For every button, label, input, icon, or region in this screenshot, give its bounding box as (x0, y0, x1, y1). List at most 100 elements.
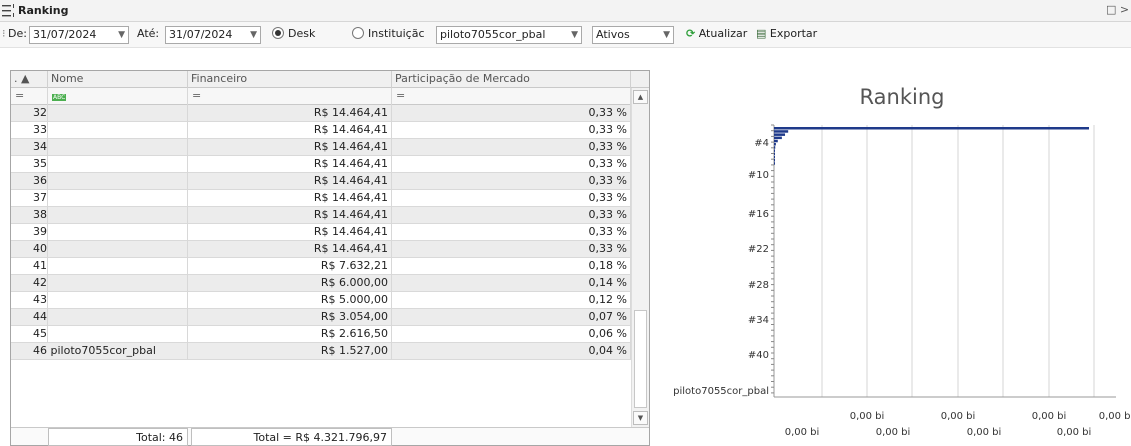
cell-financeiro: R$ 14.464,41 (188, 173, 392, 190)
de-date-field[interactable]: 31/07/2024 ▼ (29, 26, 129, 44)
refresh-button[interactable]: ⟳ Atualizar (686, 26, 747, 44)
table-row[interactable]: 40 R$ 14.464,41 0,33 % (11, 241, 631, 258)
x-tick-label: 0,00 bi (1032, 411, 1067, 422)
table-row[interactable]: 34 R$ 14.464,41 0,33 % (11, 139, 631, 156)
filter-participacao[interactable]: = (392, 88, 631, 105)
y-tick-label: #16 (748, 209, 769, 220)
de-date-value: 31/07/2024 (33, 28, 97, 41)
cell-participacao: 0,07 % (392, 309, 631, 326)
cell-rank: 37 (11, 190, 48, 207)
radio-instituicao-label: Instituiçãc (368, 27, 425, 40)
cell-nome (48, 275, 188, 292)
table-row[interactable]: 43 R$ 5.000,00 0,12 % (11, 292, 631, 309)
cell-financeiro: R$ 6.000,00 (188, 275, 392, 292)
cell-financeiro: R$ 2.616,50 (188, 326, 392, 343)
cell-participacao: 0,33 % (392, 173, 631, 190)
cell-nome (48, 309, 188, 326)
x-tick-label: 0,00 bi (850, 411, 885, 422)
cell-financeiro: R$ 14.464,41 (188, 122, 392, 139)
y-tick-label: #34 (748, 315, 769, 326)
cell-nome (48, 173, 188, 190)
cell-financeiro: R$ 7.632,21 (188, 258, 392, 275)
total-value: Total = R$ 4.321.796,97 (191, 428, 392, 446)
chart-bar (774, 127, 1089, 130)
filter-row: = ABC = = (11, 88, 649, 105)
chart-title: Ranking (860, 85, 945, 109)
radio-selected-icon[interactable] (272, 27, 284, 39)
chart-bar (774, 146, 776, 149)
table-row[interactable]: 37 R$ 14.464,41 0,33 % (11, 190, 631, 207)
cell-financeiro: R$ 14.464,41 (188, 139, 392, 156)
cell-nome (48, 292, 188, 309)
status-combo[interactable]: Ativos ▼ (592, 26, 674, 44)
user-combo[interactable]: piloto7055cor_pbal ▼ (436, 26, 582, 44)
cell-participacao: 0,33 % (392, 105, 631, 122)
chevron-down-icon[interactable]: ▼ (118, 27, 125, 43)
cell-financeiro: R$ 14.464,41 (188, 156, 392, 173)
table-row[interactable]: 38 R$ 14.464,41 0,33 % (11, 207, 631, 224)
table-row[interactable]: 41 R$ 7.632,21 0,18 % (11, 258, 631, 275)
cell-rank: 33 (11, 122, 48, 139)
cell-nome (48, 241, 188, 258)
radio-desk-label: Desk (288, 27, 316, 40)
grid-footer: Total: 46 Total = R$ 4.321.796,97 (11, 427, 649, 446)
scroll-thumb[interactable] (634, 310, 647, 408)
chart-bar (774, 139, 778, 143)
chevron-down-icon[interactable]: ▼ (663, 27, 670, 43)
cell-rank: 45 (11, 326, 48, 343)
table-row[interactable]: 39 R$ 14.464,41 0,33 % (11, 224, 631, 241)
cell-nome (48, 326, 188, 343)
cell-rank: 34 (11, 139, 48, 156)
table-row[interactable]: 33 R$ 14.464,41 0,33 % (11, 122, 631, 139)
header-participacao[interactable]: Participação de Mercado (392, 71, 631, 88)
chart-bar (774, 149, 775, 152)
radio-instituicao[interactable]: Instituiçãc (352, 26, 425, 44)
table-row[interactable]: 42 R$ 6.000,00 0,14 % (11, 275, 631, 292)
ate-date-field[interactable]: 31/07/2024 ▼ (165, 26, 261, 44)
filter-rank[interactable]: = (11, 88, 48, 105)
header-financeiro[interactable]: Financeiro (188, 71, 392, 88)
table-row[interactable]: 36 R$ 14.464,41 0,33 % (11, 173, 631, 190)
header-rank[interactable]: . ▲ (11, 71, 48, 88)
table-row[interactable]: 35 R$ 14.464,41 0,33 % (11, 156, 631, 173)
cell-nome (48, 105, 188, 122)
cell-participacao: 0,06 % (392, 326, 631, 343)
cell-financeiro: R$ 14.464,41 (188, 190, 392, 207)
export-icon: ▤ (756, 27, 767, 40)
scroll-down-icon[interactable]: ▼ (633, 411, 648, 425)
table-row[interactable]: 46 piloto7055cor_pbal R$ 1.527,00 0,04 % (11, 343, 631, 360)
cell-rank: 40 (11, 241, 48, 258)
chart-bar (774, 162, 775, 165)
chart-bar (774, 155, 775, 159)
cell-financeiro: R$ 14.464,41 (188, 224, 392, 241)
y-tick-label: #10 (748, 170, 769, 181)
chevron-down-icon[interactable]: ▼ (250, 27, 257, 43)
chevron-down-icon[interactable]: ▼ (571, 27, 578, 43)
table-row[interactable]: 44 R$ 3.054,00 0,07 % (11, 309, 631, 326)
filter-financeiro[interactable]: = (188, 88, 392, 105)
scroll-up-icon[interactable]: ▲ (633, 90, 648, 104)
window-title: Ranking (18, 4, 69, 17)
export-button[interactable]: ▤ Exportar (756, 26, 817, 44)
cell-nome (48, 224, 188, 241)
chart-bar (774, 136, 782, 140)
menu-icon[interactable] (2, 3, 16, 18)
table-row[interactable]: 45 R$ 2.616,50 0,06 % (11, 326, 631, 343)
cell-nome (48, 190, 188, 207)
cell-participacao: 0,33 % (392, 224, 631, 241)
x-tick-label: 0,00 bi (1099, 411, 1131, 422)
chart-bar (774, 159, 775, 162)
radio-desk[interactable]: Desk (272, 26, 315, 44)
vertical-scrollbar[interactable]: ▲ ▼ (631, 88, 649, 427)
header-nome[interactable]: Nome (48, 71, 188, 88)
ranking-chart: Ranking #4 #10 #16 #22 #28 #34 #40 piloto7055cor… (652, 70, 1131, 446)
table-row[interactable]: 32 R$ 14.464,41 0,33 % (11, 105, 631, 122)
maximize-icon[interactable]: □ > (1106, 3, 1129, 16)
chart-bar (774, 133, 786, 136)
filter-nome[interactable]: ABC (48, 88, 188, 105)
cell-participacao: 0,12 % (392, 292, 631, 309)
chart-canvas: Ranking #4 #10 #16 #22 #28 #34 #40 piloto7055cor… (673, 85, 1131, 438)
status-combo-value: Ativos (596, 28, 630, 41)
radio-unselected-icon[interactable] (352, 27, 364, 39)
chart-bar (774, 130, 789, 133)
